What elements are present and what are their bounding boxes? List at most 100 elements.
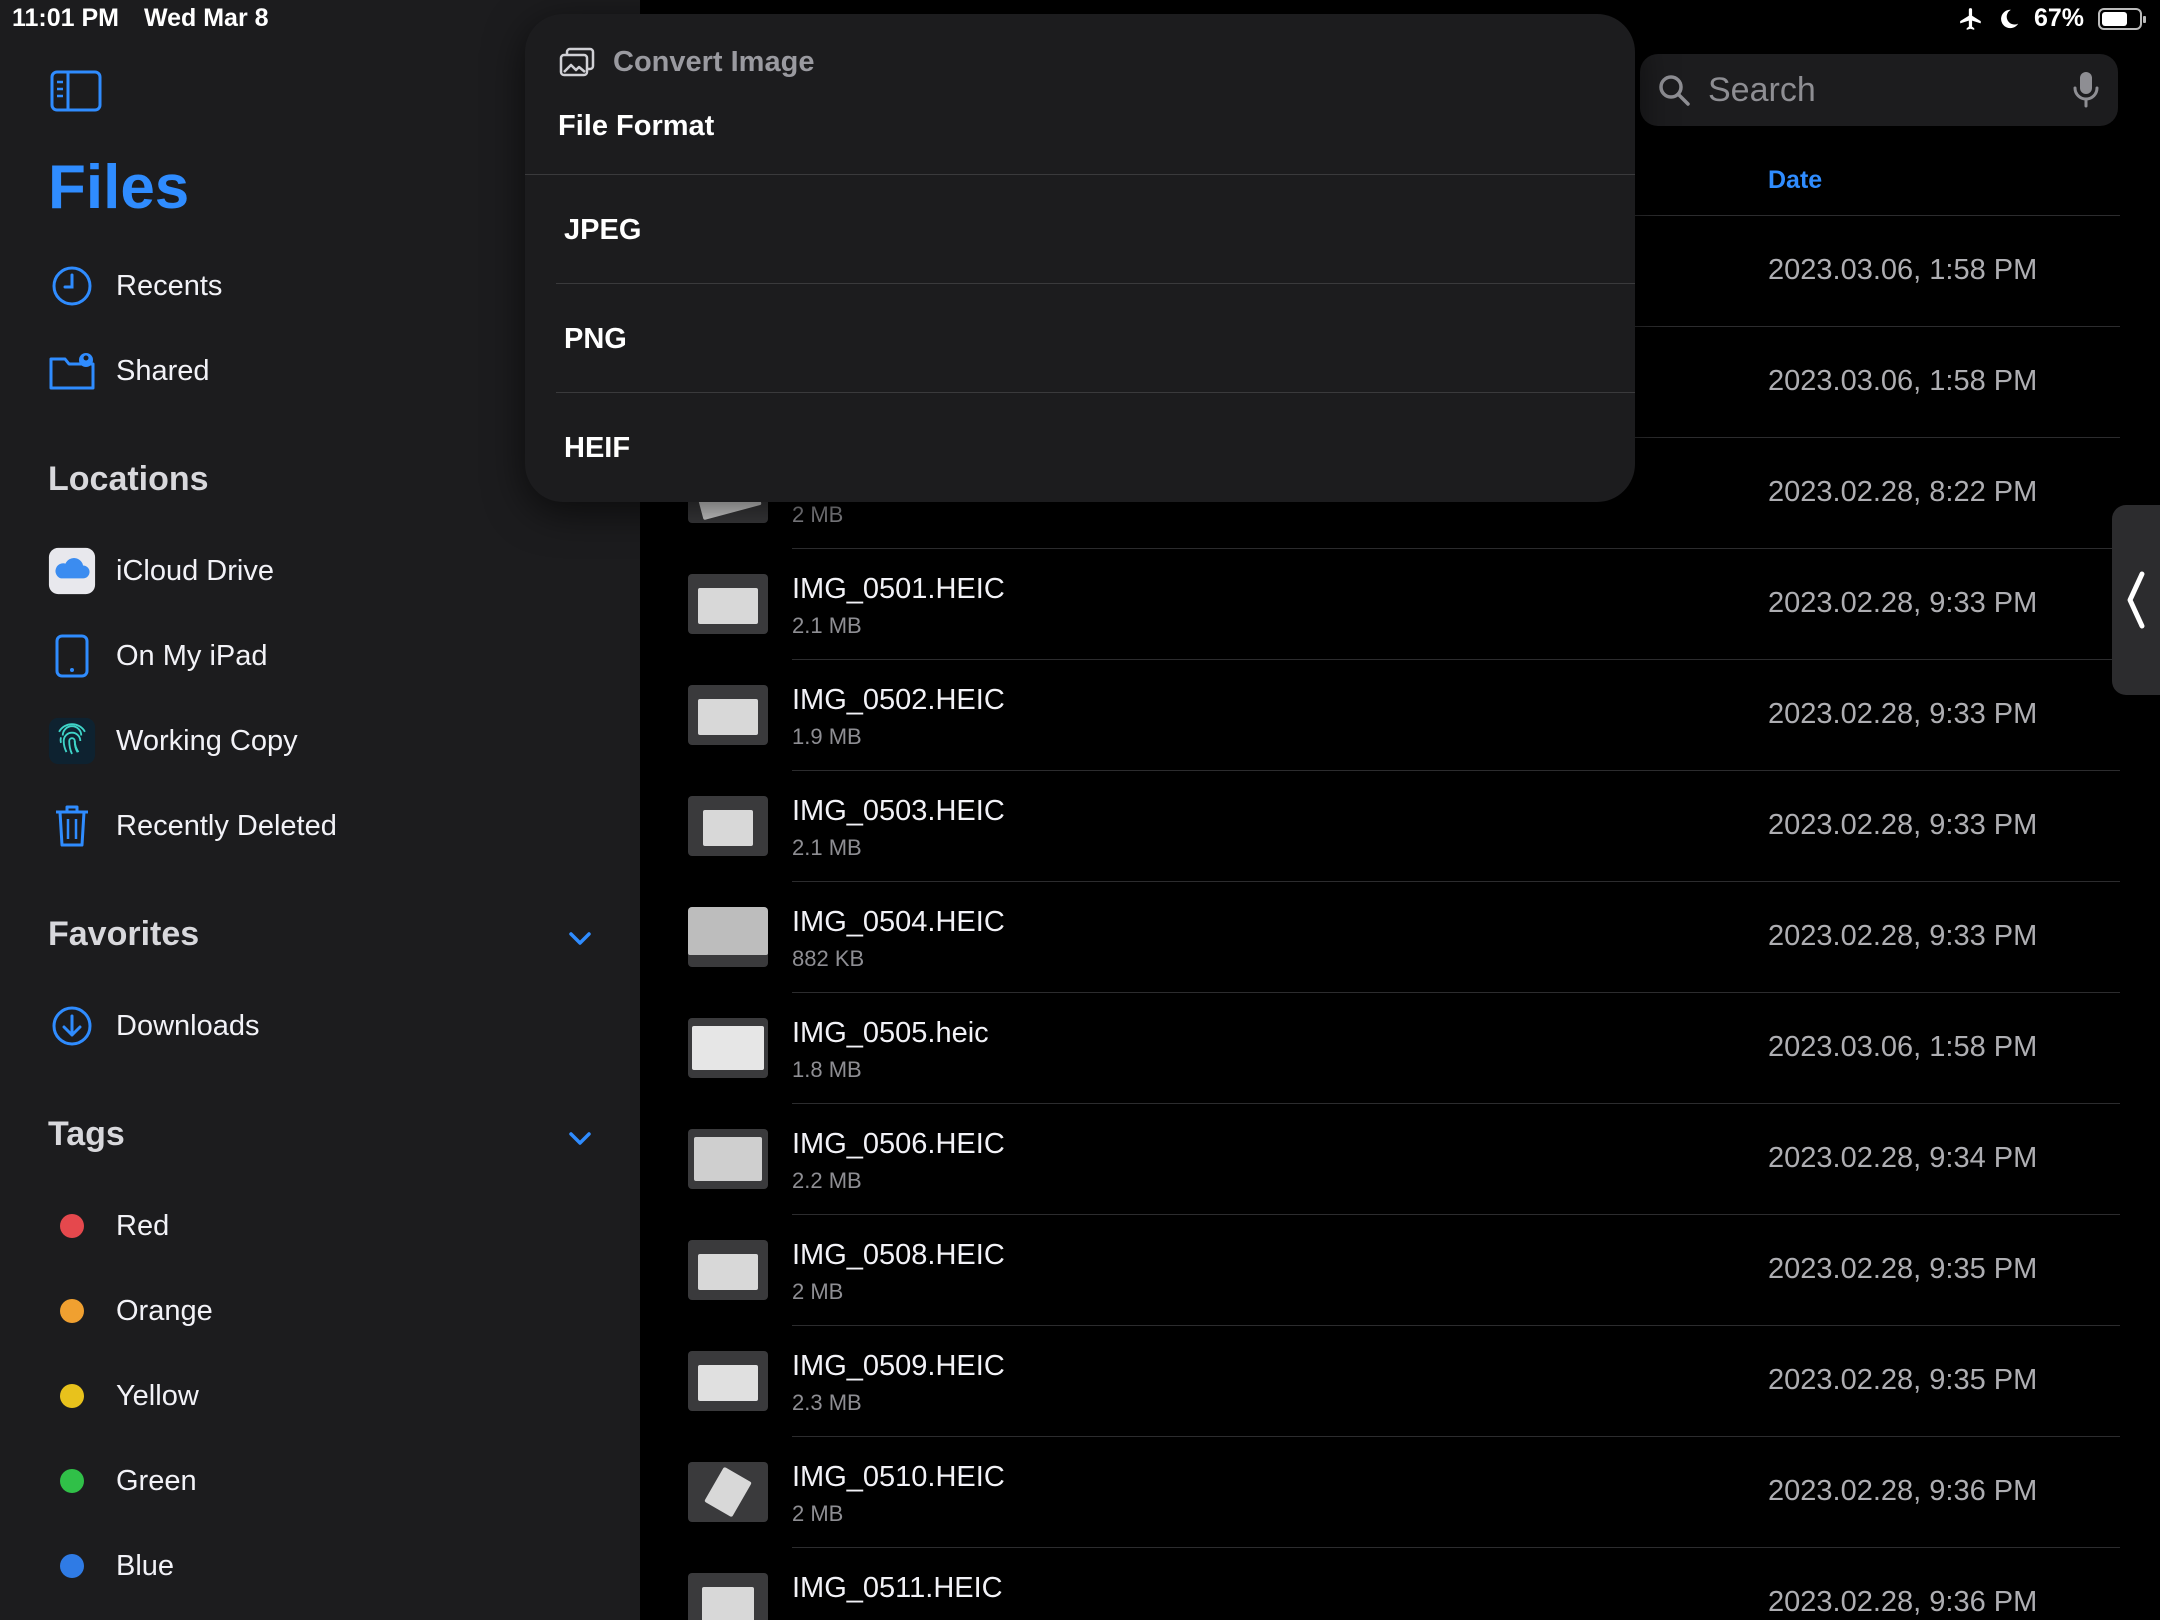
sidebar-item-icloud-drive[interactable]: iCloud Drive <box>48 539 274 603</box>
file-thumbnail <box>688 1129 768 1189</box>
file-name: IMG_0502.HEIC <box>792 684 1005 716</box>
file-date: 2023.02.28, 9:33 PM <box>1768 920 2038 952</box>
file-row[interactable]: IMG_0501.HEIC 2.1 MB 2023.02.28, 9:33 PM <box>640 549 2120 660</box>
sidebar-item-label: Yellow <box>116 1379 199 1412</box>
sidebar-item-label: Shared <box>116 354 210 387</box>
divider <box>556 392 1635 393</box>
tag-green-dot-icon <box>60 1469 84 1493</box>
search-input[interactable]: Search <box>1708 71 1816 110</box>
sidebar-item-label: Red <box>116 1209 170 1242</box>
sidebar-item-tag-yellow[interactable]: Yellow <box>48 1364 199 1428</box>
file-row[interactable]: IMG_0503.HEIC 2.1 MB 2023.02.28, 9:33 PM <box>640 771 2120 882</box>
ipad-icon <box>48 632 96 680</box>
sidebar-item-shared[interactable]: Shared <box>48 339 210 403</box>
sidebar-item-tag-green[interactable]: Green <box>48 1449 197 1513</box>
file-size: 1.9 MB <box>792 724 862 749</box>
divider <box>525 174 1635 175</box>
tag-yellow-dot-icon <box>60 1384 84 1408</box>
file-row[interactable]: IMG_0502.HEIC 1.9 MB 2023.02.28, 9:33 PM <box>640 660 2120 771</box>
file-thumbnail <box>688 907 768 967</box>
sidebar-item-label: iCloud Drive <box>116 554 274 587</box>
file-size: 1.8 MB <box>792 1057 862 1082</box>
file-date: 2023.02.28, 9:35 PM <box>1768 1253 2038 1285</box>
file-thumbnail <box>688 1573 768 1620</box>
chevron-left-icon <box>2127 571 2145 629</box>
file-thumbnail <box>688 685 768 745</box>
format-option-png[interactable]: PNG <box>564 323 627 356</box>
sidebar-item-tag-blue[interactable]: Blue <box>48 1534 174 1598</box>
file-date: 2023.03.06, 1:58 PM <box>1768 365 2038 397</box>
status-time: 11:01 PM <box>12 4 120 32</box>
file-row[interactable]: IMG_0508.HEIC 2 MB 2023.02.28, 9:35 PM <box>640 1215 2120 1326</box>
shared-folder-icon <box>48 347 96 395</box>
file-size: 2.1 MB <box>792 613 862 638</box>
tag-red-dot-icon <box>60 1214 84 1238</box>
file-size: 2 MB <box>792 1279 844 1304</box>
sidebar-item-label: Blue <box>116 1549 175 1582</box>
sidebar-item-tag-red[interactable]: Red <box>48 1194 169 1258</box>
chevron-down-icon[interactable] <box>565 928 595 948</box>
file-date: 2023.02.28, 9:33 PM <box>1768 809 2038 841</box>
format-option-heif[interactable]: HEIF <box>564 432 630 465</box>
file-date: 2023.02.28, 9:34 PM <box>1768 1142 2038 1174</box>
sidebar-item-recently-deleted[interactable]: Recently Deleted <box>48 794 337 858</box>
file-size: 2 MB <box>792 502 844 527</box>
sidebar-item-on-my-ipad[interactable]: On My iPad <box>48 624 268 688</box>
tag-blue-dot-icon <box>60 1554 84 1578</box>
convert-image-popover: Convert Image File Format JPEG PNG HEIF <box>525 14 1635 502</box>
file-thumbnail <box>688 796 768 856</box>
file-date: 2023.02.28, 9:33 PM <box>1768 587 2038 619</box>
tags-header: Tags <box>48 1115 125 1153</box>
sidebar-item-working-copy[interactable]: Working Copy <box>48 709 298 773</box>
file-name: IMG_0504.HEIC <box>792 906 1005 938</box>
file-thumbnail <box>688 1240 768 1300</box>
search-field[interactable]: Search <box>1640 54 2118 126</box>
file-date: 2023.02.28, 9:36 PM <box>1768 1586 2038 1618</box>
edge-panel-tab[interactable] <box>2112 505 2160 695</box>
sidebar-item-tag-orange[interactable]: Orange <box>48 1279 213 1343</box>
file-row[interactable]: IMG_0506.HEIC 2.2 MB 2023.02.28, 9:34 PM <box>640 1104 2120 1215</box>
file-name: IMG_0503.HEIC <box>792 795 1005 827</box>
file-row[interactable]: IMG_0505.heic 1.8 MB 2023.03.06, 1:58 PM <box>640 993 2120 1104</box>
airplane-icon <box>1960 7 1981 30</box>
file-name: IMG_0501.HEIC <box>792 573 1005 605</box>
file-size: 2.2 MB <box>792 1168 862 1193</box>
battery-icon <box>2098 7 2146 30</box>
file-name: IMG_0506.HEIC <box>792 1128 1005 1160</box>
file-name: IMG_0511.HEIC <box>792 1572 1003 1604</box>
file-name: IMG_0508.HEIC <box>792 1239 1005 1271</box>
sidebar-toggle-icon[interactable] <box>50 70 102 112</box>
file-row[interactable]: IMG_0504.HEIC 882 KB 2023.02.28, 9:33 PM <box>640 882 2120 993</box>
locations-header: Locations <box>48 460 209 498</box>
popover-subtitle: File Format <box>558 110 715 142</box>
file-date: 2023.03.06, 1:58 PM <box>1768 254 2038 286</box>
icloud-icon <box>48 547 96 595</box>
divider <box>556 283 1635 284</box>
file-name: IMG_0510.HEIC <box>792 1461 1005 1493</box>
date-column-header[interactable]: Date <box>1768 166 1822 195</box>
file-row[interactable]: IMG_0511.HEIC 2023.02.28, 9:36 PM <box>640 1548 2120 1620</box>
moon-icon <box>2001 9 2019 28</box>
tag-orange-dot-icon <box>60 1299 84 1323</box>
fingerprint-icon <box>48 717 96 765</box>
sidebar-item-downloads[interactable]: Downloads <box>48 994 259 1058</box>
file-row[interactable]: IMG_0509.HEIC 2.3 MB 2023.02.28, 9:35 PM <box>640 1326 2120 1437</box>
search-icon <box>1659 75 1690 106</box>
sidebar-item-label: Recents <box>116 269 223 302</box>
file-size: 2.1 MB <box>792 835 862 860</box>
format-option-jpeg[interactable]: JPEG <box>564 214 641 247</box>
chevron-down-icon[interactable] <box>565 1128 595 1148</box>
sidebar-item-recents[interactable]: Recents <box>48 254 222 318</box>
clock-icon <box>48 262 96 310</box>
favorites-header: Favorites <box>48 915 200 953</box>
battery-percent: 67% <box>2033 4 2084 32</box>
sidebar-item-label: Working Copy <box>116 724 298 757</box>
trash-icon <box>48 802 96 850</box>
download-icon <box>48 1002 96 1050</box>
sidebar-item-label: Recently Deleted <box>116 809 337 842</box>
file-thumbnail <box>688 574 768 634</box>
file-date: 2023.03.06, 1:58 PM <box>1768 1031 2038 1063</box>
file-size: 2.3 MB <box>792 1390 862 1415</box>
file-row[interactable]: IMG_0510.HEIC 2 MB 2023.02.28, 9:36 PM <box>640 1437 2120 1548</box>
microphone-icon[interactable] <box>2072 70 2100 110</box>
